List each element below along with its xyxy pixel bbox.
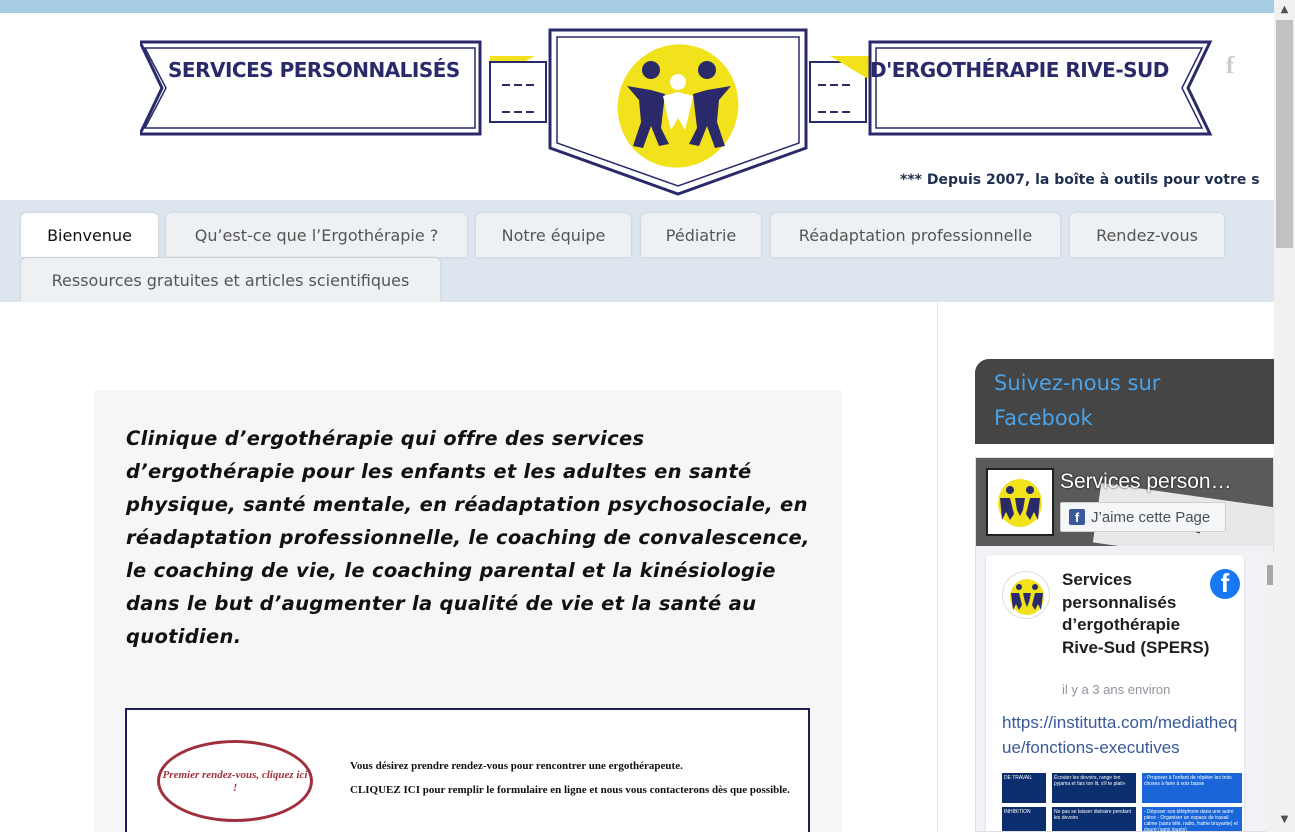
fb-profile-picture[interactable]: [986, 468, 1054, 536]
appointment-banner[interactable]: Premier rendez-vous, cliquez ici ! Vous …: [125, 708, 810, 832]
scroll-down-arrow-icon[interactable]: ▼: [1274, 813, 1295, 827]
facebook-icon: f: [1069, 509, 1085, 525]
sidebar-title: Suivez-nous sur Facebook: [994, 371, 1161, 430]
fb-cover-photo[interactable]: ational T Services person… f J’aime cett…: [976, 458, 1273, 546]
fb-post-link[interactable]: https://institutta.com/mediatheque/fonct…: [1002, 711, 1242, 760]
fb-post-author[interactable]: Services personnalisés d’ergothérapie Ri…: [1062, 569, 1212, 659]
logo-shield: [548, 28, 808, 196]
tab-readaptation-professionnelle[interactable]: Réadaptation professionnelle: [771, 213, 1060, 257]
sidebar-divider: [937, 302, 938, 832]
tab-rendez-vous[interactable]: Rendez-vous: [1070, 213, 1224, 257]
fb-like-page-button[interactable]: f J’aime cette Page: [1060, 502, 1226, 532]
fb-post-time[interactable]: il y a 3 ans environ: [1062, 682, 1170, 697]
img-cell-3: - Proposer à l'enfant de répéter les tro…: [1142, 773, 1242, 803]
img-cell-5: Ne pas se laisser distraire pendant les …: [1052, 807, 1136, 831]
banner-right-text: D'ERGOTHÉRAPIE RIVE-SUD: [870, 58, 1169, 82]
first-appointment-oval[interactable]: Premier rendez-vous, cliquez ici !: [157, 740, 313, 822]
logo-mini-icon: [998, 479, 1042, 527]
scroll-up-arrow-icon[interactable]: ▲: [1274, 3, 1295, 17]
tab-pediatrie[interactable]: Pédiatrie: [641, 213, 761, 257]
tab-notre-equipe[interactable]: Notre équipe: [476, 213, 631, 257]
fb-post-image[interactable]: DE TRAVAIL Écouter les devoirs, range to…: [1002, 773, 1242, 831]
tab-bienvenue[interactable]: Bienvenue: [21, 213, 158, 257]
facebook-page-widget[interactable]: ational T Services person… f J’aime cett…: [975, 457, 1274, 832]
fb-widget-scrollbar[interactable]: [1266, 552, 1274, 832]
top-accent-bar: [0, 0, 1295, 13]
facebook-icon[interactable]: f: [1226, 53, 1246, 79]
main-navigation: Bienvenue Qu’est-ce que l’Ergothérapie ?…: [0, 200, 1274, 302]
fb-widget-scroll-thumb[interactable]: [1267, 565, 1273, 585]
tab-ressources[interactable]: Ressources gratuites et articles scienti…: [21, 258, 440, 302]
intro-text: Clinique d’ergothérapie qui offre des se…: [126, 427, 810, 648]
img-cell-2: Écouter les devoirs, range ton pyjama et…: [1052, 773, 1136, 803]
tab-ergotherapie[interactable]: Qu’est-ce que l’Ergothérapie ?: [166, 213, 467, 257]
fb-page-name[interactable]: Services person…: [1060, 470, 1250, 494]
fb-post: Services personnalisés d’ergothérapie Ri…: [986, 555, 1244, 831]
banner-left-ribbon: [140, 40, 547, 136]
img-cell-1: DE TRAVAIL: [1002, 773, 1046, 803]
img-cell-4: INHIBITION: [1002, 807, 1046, 831]
logo-mini-icon: [1010, 579, 1044, 615]
banner-left-text: SERVICES PERSONNALISÉS: [168, 58, 460, 82]
appointment-line-1: Vous désirez prendre rendez-vous pour re…: [350, 760, 683, 772]
img-cell-6: - Déposer son téléphone dans une autre p…: [1142, 807, 1242, 831]
page-scroll-thumb[interactable]: [1276, 20, 1293, 248]
facebook-logo-icon[interactable]: f: [1210, 569, 1240, 599]
fb-post-avatar[interactable]: [1002, 571, 1050, 619]
header-tagline: *** Depuis 2007, la boîte à outils pour …: [900, 172, 1260, 188]
fb-like-label: J’aime cette Page: [1091, 508, 1211, 526]
banner-right-ribbon: [809, 40, 1213, 136]
appointment-line-2[interactable]: CLIQUEZ ICI pour remplir le formulaire e…: [350, 784, 800, 797]
